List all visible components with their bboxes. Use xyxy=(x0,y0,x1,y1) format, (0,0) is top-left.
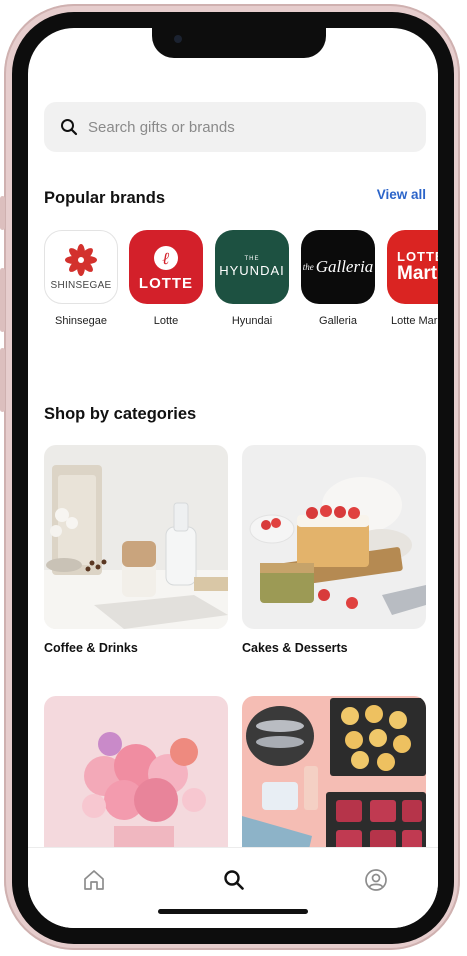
brand-logo: LOTTE Mart xyxy=(387,230,438,304)
brand-label: Shinsegae xyxy=(55,315,107,327)
brand-label: Hyundai xyxy=(231,315,273,327)
brand-logo-text: LOTTE xyxy=(138,275,194,292)
brand-item-shinsegae[interactable]: SHINSEGAE Shinsegae xyxy=(44,230,118,327)
lotte-emblem-icon: ℓ xyxy=(154,246,178,270)
search-input[interactable] xyxy=(86,117,390,137)
brand-label: Lotte Mar xyxy=(391,315,438,327)
side-button xyxy=(0,348,5,412)
brand-item-lotte-mart[interactable]: LOTTE Mart Lotte Mar xyxy=(387,230,438,327)
search-icon xyxy=(224,870,244,890)
home-icon xyxy=(84,870,104,890)
side-button xyxy=(0,268,5,332)
brand-logo: ℓ LOTTE xyxy=(129,230,203,304)
shop-by-categories-title: Shop by categories xyxy=(44,405,197,423)
brand-logo-text: Galleria xyxy=(315,257,374,276)
profile-icon xyxy=(365,869,387,891)
category-label: Coffee & Drinks xyxy=(44,641,138,655)
category-image xyxy=(242,445,426,629)
brand-item-hyundai[interactable]: THE HYUNDAI Hyundai xyxy=(215,230,289,327)
camera xyxy=(174,35,182,43)
view-all-link[interactable]: View all xyxy=(377,187,426,202)
brand-logo-small-text: THE xyxy=(244,256,260,262)
category-image xyxy=(44,445,228,629)
nav-profile[interactable] xyxy=(362,866,390,894)
home-indicator xyxy=(158,909,308,914)
brand-label: Galleria xyxy=(319,315,357,327)
search-icon xyxy=(61,119,78,136)
app-screen: Popular brands View all xyxy=(28,28,438,928)
brand-logo-text: SHINSEGAE xyxy=(50,279,112,291)
brand-logo-text-2: Mart xyxy=(397,263,438,284)
nav-search[interactable] xyxy=(220,866,248,894)
category-label: Cakes & Desserts xyxy=(242,641,348,655)
brand-item-galleria[interactable]: the Galleria Galleria xyxy=(301,230,375,327)
brand-logo: the Galleria xyxy=(301,230,375,304)
shinsegae-flower-icon xyxy=(65,243,97,276)
brand-label: Lotte xyxy=(153,315,179,327)
popular-brands-title: Popular brands xyxy=(44,189,166,207)
category-card-cakes-desserts[interactable]: Cakes & Desserts xyxy=(242,445,426,655)
search-bar[interactable] xyxy=(44,102,426,152)
nav-home[interactable] xyxy=(80,866,108,894)
brand-logo: THE HYUNDAI xyxy=(215,230,289,304)
brands-carousel[interactable]: SHINSEGAE Shinsegae ℓ LOTTE Lotte THE HY… xyxy=(44,230,438,330)
brand-item-lotte[interactable]: ℓ LOTTE Lotte xyxy=(129,230,203,327)
brand-logo-small-text: the xyxy=(302,262,314,272)
brand-logo: SHINSEGAE xyxy=(44,230,118,304)
category-card-coffee-drinks[interactable]: Coffee & Drinks xyxy=(44,445,228,655)
brand-logo-text: HYUNDAI xyxy=(219,263,285,278)
brand-logo-text: LOTTE xyxy=(397,249,438,264)
side-button xyxy=(0,196,5,230)
bottom-nav-bar xyxy=(28,847,438,928)
notch xyxy=(152,22,326,58)
